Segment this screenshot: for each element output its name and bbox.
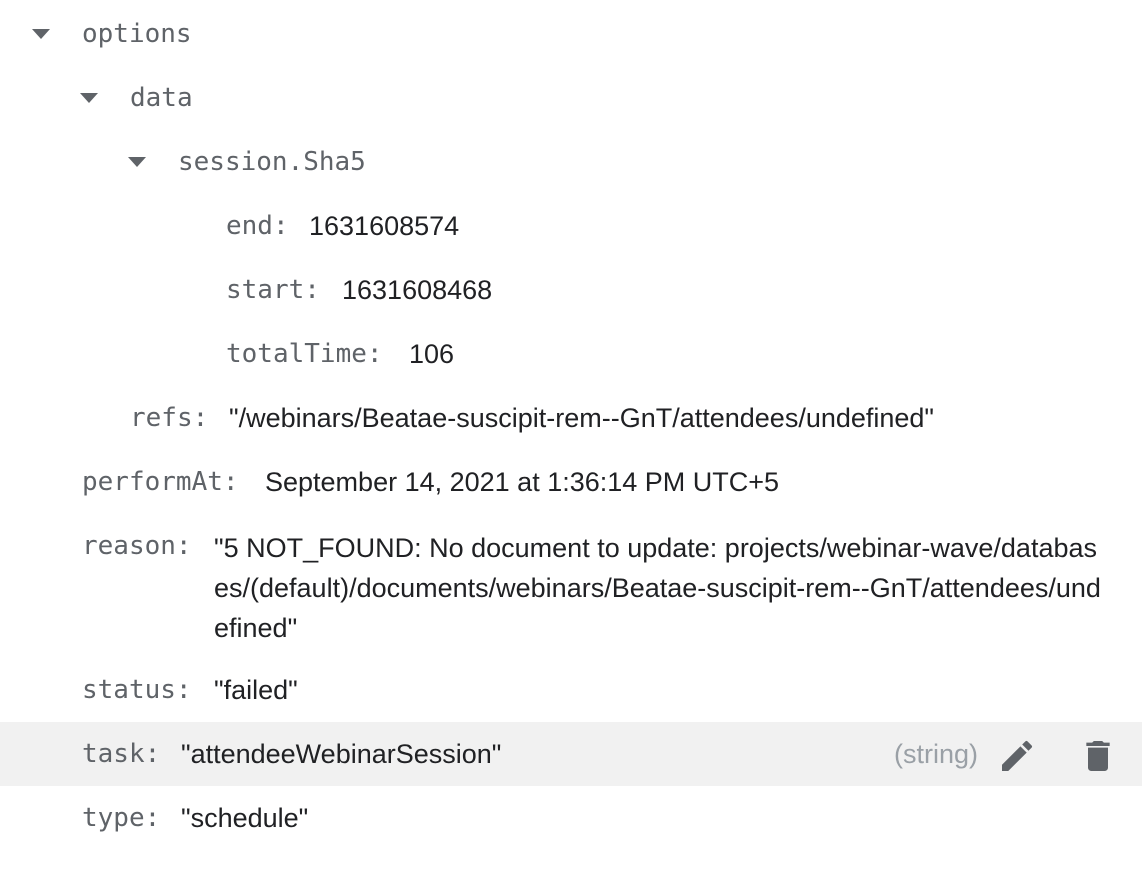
field-row-data[interactable]: data	[0, 66, 1142, 130]
field-key: end:	[226, 211, 289, 241]
field-row-end[interactable]: end: 1631608574	[0, 194, 1142, 258]
field-row-reason[interactable]: reason: "5 NOT_FOUND: No document to upd…	[0, 514, 1142, 656]
field-row-totaltime[interactable]: totalTime: 106	[0, 322, 1142, 386]
field-key: performAt:	[82, 467, 239, 497]
field-value: "5 NOT_FOUND: No document to update: pro…	[214, 533, 1101, 643]
field-row-start[interactable]: start: 1631608468	[0, 258, 1142, 322]
pencil-icon[interactable]	[997, 736, 1037, 776]
expand-triangle-icon[interactable]	[78, 88, 100, 108]
expand-triangle-icon[interactable]	[30, 24, 52, 44]
document-field-tree: options data session.Sha5 end: 163160857…	[0, 0, 1142, 870]
field-key: data	[130, 83, 193, 113]
field-type-hint: (string)	[893, 739, 978, 769]
field-row-type[interactable]: type: "schedule"	[0, 786, 1142, 850]
field-row-session[interactable]: session.Sha5	[0, 130, 1142, 194]
field-key: type:	[82, 803, 161, 833]
field-key: session.Sha5	[178, 147, 366, 177]
field-value: "attendeeWebinarSession"	[181, 739, 502, 769]
field-row-performat[interactable]: performAt: September 14, 2021 at 1:36:14…	[0, 450, 1142, 514]
field-value: "schedule"	[181, 803, 309, 833]
expand-triangle-icon[interactable]	[126, 152, 148, 172]
field-row-options[interactable]: options	[0, 2, 1142, 66]
field-value: 106	[409, 339, 455, 369]
field-value: "/webinars/Beatae-suscipit-rem--GnT/atte…	[229, 403, 935, 433]
field-row-status[interactable]: status: "failed"	[0, 658, 1142, 722]
field-key: options	[82, 19, 192, 49]
field-value: "failed"	[214, 675, 298, 705]
field-key: totalTime:	[226, 339, 383, 369]
field-key: start:	[226, 275, 320, 305]
field-row-refs[interactable]: refs: "/webinars/Beatae-suscipit-rem--Gn…	[0, 386, 1142, 450]
field-key: refs:	[130, 403, 209, 433]
trash-icon[interactable]	[1078, 736, 1118, 776]
field-value: September 14, 2021 at 1:36:14 PM UTC+5	[265, 467, 780, 497]
field-key: reason:	[82, 531, 192, 561]
field-value: 1631608574	[309, 211, 460, 241]
field-key: status:	[82, 675, 192, 705]
field-value: 1631608468	[342, 275, 493, 305]
field-key: task:	[82, 739, 161, 769]
field-row-task[interactable]: task: "attendeeWebinarSession" (string)	[0, 722, 1142, 786]
